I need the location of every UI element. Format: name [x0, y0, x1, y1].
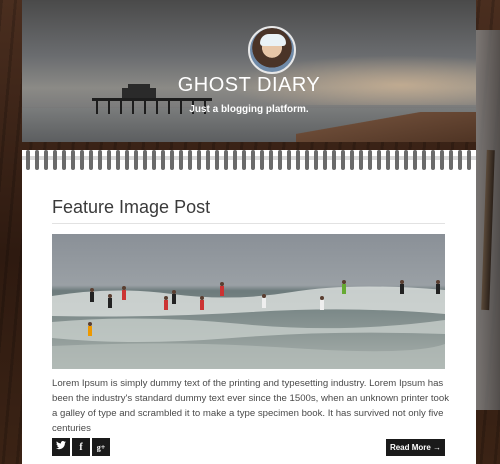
surfer-head — [400, 280, 404, 284]
spiral-ring — [359, 150, 363, 170]
spiral-ring — [233, 150, 237, 170]
spiral-ring — [197, 150, 201, 170]
spiral-ring — [35, 150, 39, 170]
surfer-figure — [108, 298, 112, 308]
spiral-ring — [440, 150, 444, 170]
surfer-figure — [220, 286, 224, 296]
surfer-figure — [400, 284, 404, 294]
site-header: GHOST DIARY Just a blogging platform. — [22, 0, 476, 142]
read-more-button[interactable]: Read More → — [386, 439, 445, 456]
spiral-ring — [260, 150, 264, 170]
spiral-ring — [143, 150, 147, 170]
spiral-ring — [224, 150, 228, 170]
spiral-ring — [422, 150, 426, 170]
spiral-ring — [98, 150, 102, 170]
spiral-ring — [278, 150, 282, 170]
post-excerpt: Lorem Ipsum is simply dummy text of the … — [52, 378, 450, 434]
feature-image[interactable] — [52, 234, 445, 369]
spiral-ring — [269, 150, 273, 170]
surfer-head — [88, 322, 92, 326]
surfer-head — [200, 296, 204, 300]
surfer-figure — [262, 298, 266, 308]
spiral-ring — [341, 150, 345, 170]
spiral-ring — [350, 150, 354, 170]
surfer-head — [108, 294, 112, 298]
surfer-head — [342, 280, 346, 284]
spiral-ring — [89, 150, 93, 170]
share-buttons: f g+ — [52, 438, 110, 456]
surfer-figure — [172, 294, 176, 304]
surfer-head — [262, 294, 266, 298]
surfer-figure — [122, 290, 126, 300]
spiral-ring — [44, 150, 48, 170]
spiral-ring — [314, 150, 318, 170]
spiral-ring — [449, 150, 453, 170]
surfer-figure — [90, 292, 94, 302]
spiral-ring — [170, 150, 174, 170]
spiral-ring — [386, 150, 390, 170]
spiral-ring — [368, 150, 372, 170]
spiral-binding — [22, 150, 476, 170]
spiral-ring — [179, 150, 183, 170]
spiral-ring — [377, 150, 381, 170]
surfer-figure — [436, 284, 440, 294]
spiral-ring — [71, 150, 75, 170]
site-title[interactable]: GHOST DIARY — [22, 74, 476, 97]
spiral-ring — [152, 150, 156, 170]
spiral-ring — [305, 150, 309, 170]
spiral-ring — [80, 150, 84, 170]
spiral-ring — [395, 150, 399, 170]
twitter-icon — [56, 441, 66, 453]
facebook-icon: f — [79, 441, 83, 453]
surfer-figure — [88, 326, 92, 336]
spiral-ring — [188, 150, 192, 170]
spiral-ring — [332, 150, 336, 170]
spiral-ring — [404, 150, 408, 170]
author-avatar[interactable] — [248, 26, 296, 74]
spiral-ring — [215, 150, 219, 170]
surfer-figure — [164, 300, 168, 310]
post-title[interactable]: Feature Image Post — [52, 197, 210, 218]
twitter-share-button[interactable] — [52, 438, 70, 456]
surfer-head — [164, 296, 168, 300]
spiral-ring — [53, 150, 57, 170]
spiral-ring — [116, 150, 120, 170]
google-plus-share-button[interactable]: g+ — [92, 438, 110, 456]
spiral-ring — [296, 150, 300, 170]
title-divider — [52, 223, 445, 224]
surfer-figure — [320, 300, 324, 310]
spiral-ring — [323, 150, 327, 170]
spiral-ring — [242, 150, 246, 170]
beach — [296, 112, 476, 142]
spiral-ring — [413, 150, 417, 170]
spiral-ring — [26, 150, 30, 170]
spiral-ring — [467, 150, 471, 170]
spiral-ring — [206, 150, 210, 170]
surfer-head — [172, 290, 176, 294]
facebook-share-button[interactable]: f — [72, 438, 90, 456]
surfer-head — [90, 288, 94, 292]
surf-scene — [52, 280, 445, 369]
spiral-ring — [458, 150, 462, 170]
spiral-ring — [134, 150, 138, 170]
google-plus-icon: g+ — [96, 442, 106, 452]
spiral-ring — [107, 150, 111, 170]
surfer-head — [122, 286, 126, 290]
surfer-head — [436, 280, 440, 284]
spiral-ring — [251, 150, 255, 170]
avatar-cap — [260, 34, 286, 46]
spiral-ring — [125, 150, 129, 170]
spiral-ring — [62, 150, 66, 170]
spiral-ring — [161, 150, 165, 170]
surfer-figure — [342, 284, 346, 294]
site-description: Just a blogging platform. — [189, 104, 309, 115]
spiral-ring — [431, 150, 435, 170]
surfer-head — [220, 282, 224, 286]
surfer-head — [320, 296, 324, 300]
surfer-figure — [200, 300, 204, 310]
spiral-ring — [287, 150, 291, 170]
